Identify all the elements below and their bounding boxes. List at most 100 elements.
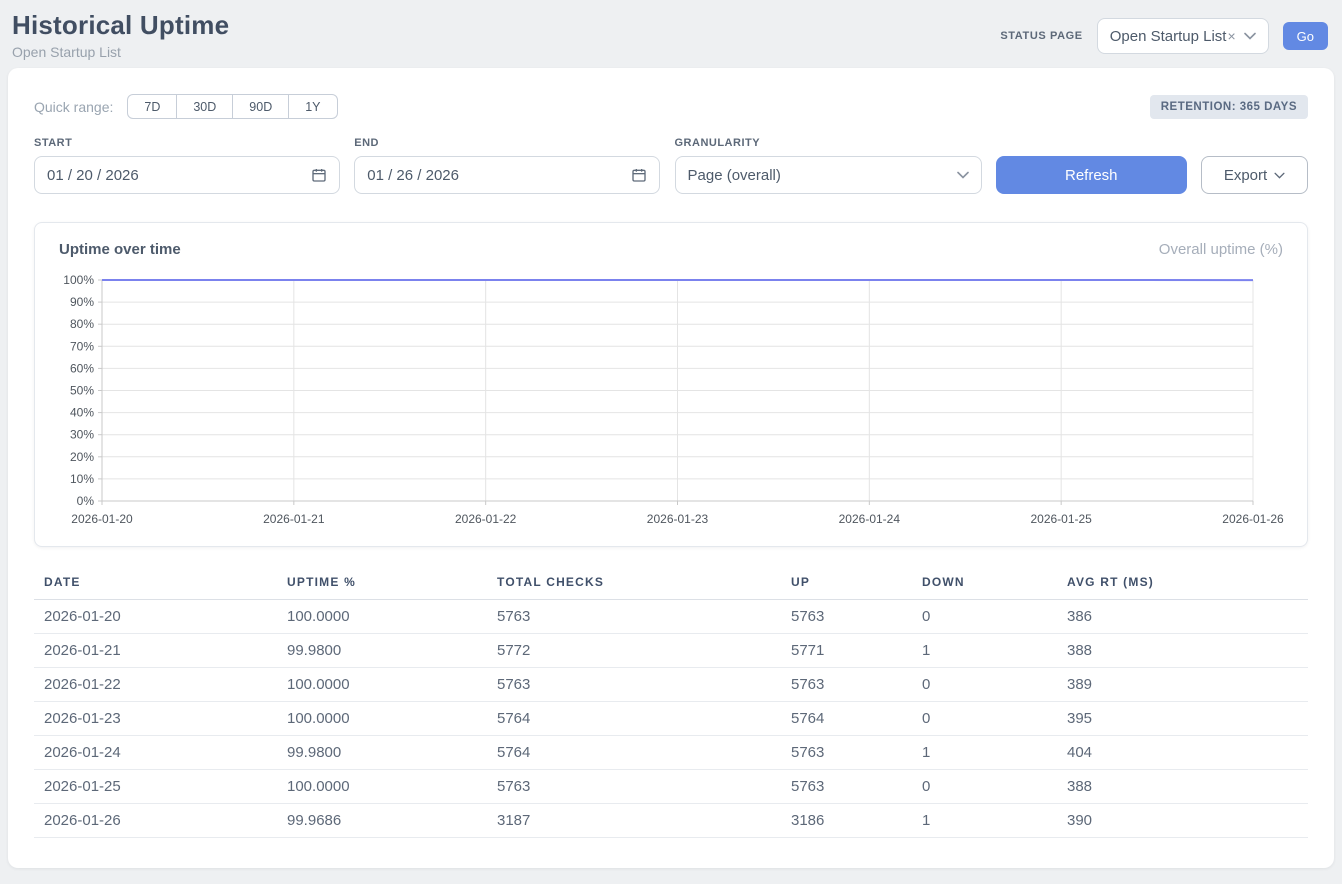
quick-range-button[interactable]: 30D [176,94,233,119]
cell-down: 0 [912,668,1057,702]
cell-uptime-pct: 100.0000 [277,600,487,634]
quick-range-button[interactable]: 90D [232,94,289,119]
export-button[interactable]: Export [1201,156,1308,194]
svg-text:10%: 10% [70,472,94,486]
cell-avg-rt: 386 [1057,600,1308,634]
cell-avg-rt: 395 [1057,702,1308,736]
chart-card: Uptime over time Overall uptime (%) 0% 10… [34,222,1308,547]
refresh-button[interactable]: Refresh [996,156,1187,194]
granularity-label: GRANULARITY [675,137,982,149]
cell-uptime-pct: 100.0000 [277,702,487,736]
filter-controls-row: START 01 / 20 / 2026 END 01 / 26 / 2026 … [34,137,1308,194]
cell-up: 5771 [781,634,912,668]
end-label: END [354,137,660,149]
cell-uptime-pct: 99.9686 [277,804,487,838]
quick-range-row: Quick range: 7D30D90D1Y RETENTION: 365 D… [34,94,1308,119]
status-page-value: Open Startup List [1110,28,1227,45]
uptime-chart: 0%10%20%30%40%50%60%70%80%90%100%2026-01… [51,268,1293,536]
cell-total-checks: 5763 [487,770,781,804]
svg-text:2026-01-22: 2026-01-22 [455,512,517,526]
granularity-select[interactable]: Page (overall) [675,156,982,194]
svg-text:20%: 20% [70,450,94,464]
table-body: 2026-01-20 100.0000 5763 5763 0 386 2026… [34,600,1308,838]
calendar-icon[interactable] [631,167,647,183]
calendar-icon[interactable] [311,167,327,183]
page-subtitle: Open Startup List [12,44,229,60]
cell-up: 5764 [781,702,912,736]
table-head: DATEUPTIME %TOTAL CHECKSUPDOWNAVG RT (MS… [34,571,1308,600]
cell-date: 2026-01-26 [34,804,277,838]
table-row: 2026-01-26 99.9686 3187 3186 1 390 [34,804,1308,838]
cell-total-checks: 5763 [487,600,781,634]
start-date-value: 01 / 20 / 2026 [47,167,139,184]
chart-legend: Overall uptime (%) [1159,241,1283,258]
table-row: 2026-01-24 99.9800 5764 5763 1 404 [34,736,1308,770]
status-page-controls: STATUS PAGE Open Startup List × Go [1000,18,1328,54]
status-page-select[interactable]: Open Startup List × [1097,18,1269,54]
svg-text:60%: 60% [70,361,94,375]
cell-avg-rt: 388 [1057,770,1308,804]
cell-uptime-pct: 99.9800 [277,736,487,770]
svg-text:2026-01-24: 2026-01-24 [839,512,901,526]
cell-uptime-pct: 99.9800 [277,634,487,668]
svg-text:50%: 50% [70,384,94,398]
svg-text:40%: 40% [70,406,94,420]
quick-range-group: 7D30D90D1Y [127,94,337,119]
cell-total-checks: 5764 [487,736,781,770]
cell-total-checks: 3187 [487,804,781,838]
chevron-down-icon [1274,172,1285,179]
cell-avg-rt: 389 [1057,668,1308,702]
cell-avg-rt: 390 [1057,804,1308,838]
cell-up: 5763 [781,770,912,804]
cell-uptime-pct: 100.0000 [277,668,487,702]
table-header-cell: UPTIME % [277,571,487,600]
cell-down: 0 [912,770,1057,804]
granularity-field: GRANULARITY Page (overall) [675,137,982,194]
chevron-down-icon [1244,32,1256,40]
chevron-down-icon [957,171,969,179]
cell-total-checks: 5763 [487,668,781,702]
svg-text:2026-01-25: 2026-01-25 [1030,512,1092,526]
table-row: 2026-01-22 100.0000 5763 5763 0 389 [34,668,1308,702]
table-row: 2026-01-21 99.9800 5772 5771 1 388 [34,634,1308,668]
start-label: START [34,137,340,149]
cell-up: 5763 [781,736,912,770]
svg-text:80%: 80% [70,317,94,331]
cell-down: 0 [912,600,1057,634]
svg-text:2026-01-21: 2026-01-21 [263,512,325,526]
main-card: Quick range: 7D30D90D1Y RETENTION: 365 D… [8,68,1334,868]
title-block: Historical Uptime Open Startup List [12,10,229,60]
end-date-input[interactable]: 01 / 26 / 2026 [354,156,660,194]
clear-icon[interactable]: × [1227,28,1235,44]
table-header-cell: DATE [34,571,277,600]
start-date-input[interactable]: 01 / 20 / 2026 [34,156,340,194]
granularity-value: Page (overall) [688,167,781,184]
table-row: 2026-01-20 100.0000 5763 5763 0 386 [34,600,1308,634]
table-header-cell: UP [781,571,912,600]
cell-down: 1 [912,634,1057,668]
table-header-cell: TOTAL CHECKS [487,571,781,600]
end-date-field: END 01 / 26 / 2026 [354,137,660,194]
cell-up: 5763 [781,668,912,702]
cell-date: 2026-01-22 [34,668,277,702]
table-row: 2026-01-23 100.0000 5764 5764 0 395 [34,702,1308,736]
cell-avg-rt: 388 [1057,634,1308,668]
uptime-table: DATEUPTIME %TOTAL CHECKSUPDOWNAVG RT (MS… [34,571,1308,838]
end-date-value: 01 / 26 / 2026 [367,167,459,184]
cell-date: 2026-01-21 [34,634,277,668]
go-button[interactable]: Go [1283,22,1328,50]
cell-total-checks: 5764 [487,702,781,736]
quick-range-button[interactable]: 1Y [288,94,337,119]
svg-text:2026-01-26: 2026-01-26 [1222,512,1284,526]
cell-avg-rt: 404 [1057,736,1308,770]
cell-down: 1 [912,804,1057,838]
table-header-cell: AVG RT (MS) [1057,571,1308,600]
chart-header: Uptime over time Overall uptime (%) [51,241,1291,258]
svg-text:2026-01-20: 2026-01-20 [71,512,133,526]
svg-text:100%: 100% [63,273,94,287]
quick-range-button[interactable]: 7D [127,94,177,119]
cell-date: 2026-01-23 [34,702,277,736]
cell-date: 2026-01-20 [34,600,277,634]
svg-text:0%: 0% [77,494,95,508]
status-page-label: STATUS PAGE [1000,30,1082,42]
